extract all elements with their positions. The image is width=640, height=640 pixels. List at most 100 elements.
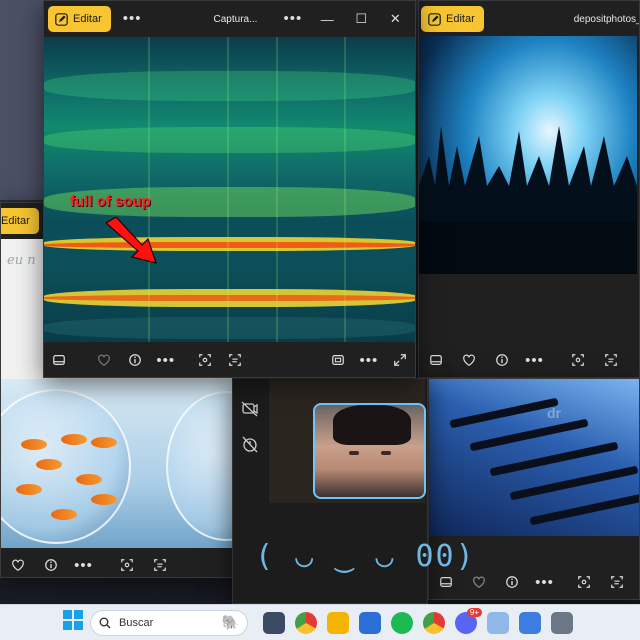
favorite-button[interactable] xyxy=(89,353,120,367)
minimize-button[interactable]: — xyxy=(310,12,344,27)
store-icon[interactable] xyxy=(359,611,381,634)
notepad-icon[interactable] xyxy=(487,611,509,634)
spectrogram-band xyxy=(44,242,415,248)
edit-button[interactable]: Editar xyxy=(48,6,111,32)
camera-off-button[interactable] xyxy=(241,401,259,422)
scan-icon xyxy=(198,354,211,366)
emoticon: ( ◡ ‿ ◡ 00) xyxy=(255,539,476,574)
fit-button[interactable] xyxy=(323,353,354,367)
camera-icon[interactable] xyxy=(551,611,573,634)
edit-label: Editar xyxy=(73,13,102,25)
spotify-icon[interactable] xyxy=(391,611,413,634)
photos-icon[interactable] xyxy=(519,611,541,634)
fish xyxy=(21,439,47,450)
title-more-button[interactable]: ••• xyxy=(284,10,303,28)
start-button[interactable] xyxy=(62,609,84,636)
scan-button[interactable] xyxy=(561,353,594,367)
filmstrip-icon xyxy=(429,355,442,365)
text-scan-button[interactable] xyxy=(143,558,176,572)
crowd-silhouette xyxy=(419,126,637,274)
info-icon xyxy=(505,576,518,588)
windows-logo-icon xyxy=(63,610,83,630)
close-button[interactable]: ✕ xyxy=(378,11,412,27)
text-scan-icon xyxy=(229,354,242,366)
filmstrip-button[interactable] xyxy=(419,353,452,367)
eye xyxy=(381,451,391,455)
partial-text: eu n xyxy=(7,253,36,268)
arrow-icon xyxy=(104,217,157,264)
fish-photo xyxy=(1,379,235,557)
photo-toolbar: ••• xyxy=(1,548,235,577)
scan-button[interactable] xyxy=(189,353,220,367)
spectrogram-stripe xyxy=(276,37,278,342)
text-scan-button[interactable] xyxy=(220,353,251,367)
more-icon: ••• xyxy=(283,10,303,27)
spectrogram-band xyxy=(44,295,415,301)
heart-icon xyxy=(472,576,485,588)
fish xyxy=(91,494,117,505)
eye xyxy=(349,451,359,455)
scan-button[interactable] xyxy=(110,558,143,572)
filmstrip-button[interactable] xyxy=(429,575,462,589)
piano-key xyxy=(509,465,639,501)
more-icon: ••• xyxy=(74,556,93,574)
window-title: Captura... xyxy=(213,13,258,25)
window-title: depositphotos_... xyxy=(573,13,639,25)
more-button[interactable]: ••• xyxy=(123,10,142,28)
chrome-profile-icon[interactable] xyxy=(423,611,445,634)
info-icon xyxy=(44,559,57,571)
fish xyxy=(91,437,117,448)
favorite-button[interactable] xyxy=(452,353,485,367)
spectrogram-band xyxy=(44,317,415,339)
photo-window-spectrogram[interactable]: Editar ••• Captura... ••• — ☐ ✕ full of … xyxy=(43,0,416,378)
minimize-icon: — xyxy=(320,11,334,27)
photo-window-concert[interactable]: Editar depositphotos_... ••• xyxy=(418,0,640,378)
file-explorer-icon[interactable] xyxy=(327,611,349,634)
heart-icon xyxy=(11,559,24,571)
hair xyxy=(333,405,411,445)
filmstrip-icon xyxy=(53,355,66,365)
heart-icon xyxy=(462,354,475,366)
fullscreen-button[interactable] xyxy=(384,353,415,367)
photo-toolbar: ••• xyxy=(419,343,639,377)
maximize-button[interactable]: ☐ xyxy=(344,11,378,27)
chrome-icon[interactable] xyxy=(295,611,317,634)
info-button[interactable] xyxy=(485,353,518,367)
more-button[interactable]: ••• xyxy=(528,575,561,590)
more-icon: ••• xyxy=(535,573,554,591)
more-icon: ••• xyxy=(156,351,176,369)
text-scan-icon xyxy=(604,354,617,366)
edit-button[interactable]: Editar xyxy=(1,208,39,234)
piano-photo: dr xyxy=(429,379,639,536)
camera-off-icon xyxy=(241,401,258,417)
edit-button[interactable]: Editar xyxy=(421,6,484,32)
more-options-button[interactable]: ••• xyxy=(353,353,384,368)
text-scan-icon xyxy=(153,559,166,571)
task-view-icon[interactable] xyxy=(263,611,285,634)
timer-off-icon xyxy=(242,436,258,453)
more-button[interactable]: ••• xyxy=(150,353,181,368)
spectrogram-band xyxy=(44,71,415,101)
scan-button[interactable] xyxy=(567,575,600,589)
more-icon: ••• xyxy=(122,10,142,27)
favorite-button[interactable] xyxy=(462,575,495,589)
more-icon: ••• xyxy=(525,351,544,369)
search-box[interactable]: Buscar 🐘 xyxy=(90,609,248,636)
more-button[interactable]: ••• xyxy=(67,558,100,573)
timer-off-button[interactable] xyxy=(241,435,259,458)
webcam-window[interactable]: ( ◡ ‿ ◡ 00) xyxy=(232,378,474,604)
fish xyxy=(76,474,102,485)
fish xyxy=(16,484,42,495)
filmstrip-button[interactable] xyxy=(44,353,75,367)
info-button[interactable] xyxy=(120,353,151,367)
favorite-button[interactable] xyxy=(1,558,34,572)
info-button[interactable] xyxy=(34,558,67,572)
text-scan-button[interactable] xyxy=(600,575,633,589)
spectrogram-stripe xyxy=(344,37,346,342)
text-scan-button[interactable] xyxy=(594,353,627,367)
info-button[interactable] xyxy=(495,575,528,589)
more-icon: ••• xyxy=(359,351,379,369)
discord-button[interactable]: 9+ xyxy=(450,607,482,634)
more-button[interactable]: ••• xyxy=(518,353,551,368)
spectrogram-band xyxy=(44,127,415,153)
